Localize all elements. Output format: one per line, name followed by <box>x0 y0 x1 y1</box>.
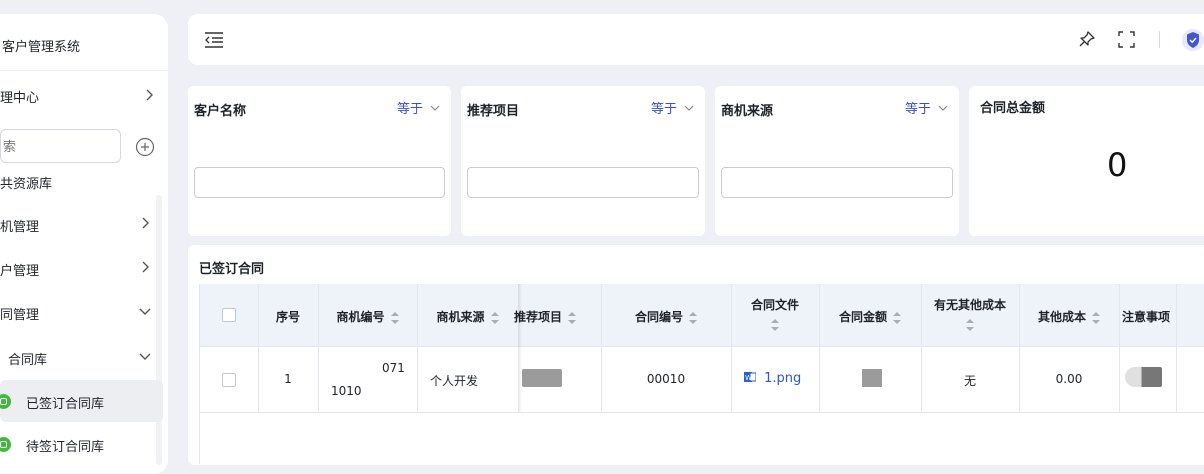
filter-title: 商机来源 <box>721 104 774 119</box>
sidebar-item-label: 合同库 <box>8 353 48 368</box>
sort-icon[interactable] <box>893 311 901 324</box>
filter-input[interactable] <box>194 167 445 198</box>
sort-icon[interactable] <box>1092 311 1100 324</box>
cell-source: 个人开发 <box>430 374 479 388</box>
sidebar-item-label: 待签订合同库 <box>26 440 105 455</box>
cell-notes-redacted <box>1125 367 1162 387</box>
filter-card-source: 商机来源 等于 <box>715 86 959 236</box>
sidebar-item-label: 机管理 <box>0 220 40 235</box>
col-header-other-cost[interactable]: 其他成本 <box>1019 308 1119 325</box>
filter-operator-label: 等于 <box>905 102 932 117</box>
chevron-down-icon <box>430 105 440 111</box>
sidebar-item-label: 已签订合同库 <box>26 397 105 412</box>
filter-card-project: 推荐项目 等于 <box>461 86 705 236</box>
sidebar-item-pending[interactable]: 待签订合同库 <box>26 436 104 455</box>
sort-icon[interactable] <box>390 311 399 324</box>
summary-card-total: 合同总金额 0 <box>969 86 1204 236</box>
add-icon[interactable] <box>135 137 155 157</box>
cell-project-redacted <box>522 369 562 387</box>
cell-opp-no-line2: 1010 <box>331 384 362 398</box>
cell-index: 1 <box>284 372 292 386</box>
col-header-notes: 注意事项 <box>1122 310 1171 324</box>
filter-title: 客户名称 <box>194 104 247 119</box>
cell-amount-redacted <box>862 369 882 387</box>
col-header-opp-no[interactable]: 商机编号 <box>318 308 417 325</box>
chevron-right-icon <box>146 89 153 101</box>
filter-operator-select[interactable]: 等于 <box>397 98 441 117</box>
sort-icon[interactable] <box>568 311 577 324</box>
header-divider <box>1159 31 1160 48</box>
col-header-amount[interactable]: 合同金额 <box>819 308 921 325</box>
cell-other-cost: 0.00 <box>1055 372 1083 386</box>
search-input-wrap[interactable] <box>0 129 124 164</box>
app-title: 客户管理系统 <box>2 40 81 55</box>
sidebar-item-signed[interactable]: 已签订合同库 <box>26 393 104 412</box>
summary-value: 0 <box>1107 146 1128 184</box>
chevron-down-icon <box>938 105 948 111</box>
fullscreen-icon[interactable] <box>1118 31 1135 48</box>
chevron-right-icon <box>142 261 149 273</box>
indent-icon[interactable] <box>204 31 224 49</box>
filter-card-customer: 客户名称 等于 <box>188 86 451 236</box>
filter-input[interactable] <box>467 167 699 198</box>
chevron-down-icon <box>684 105 694 111</box>
sort-icon[interactable] <box>966 319 974 331</box>
sidebar-item-customer[interactable]: 户管理 <box>0 260 160 280</box>
col-header-file[interactable]: 合同文件 <box>731 296 819 331</box>
svg-text:W: W <box>745 374 752 382</box>
filter-operator-label: 等于 <box>651 102 678 117</box>
sidebar-item-contract-lib[interactable]: 合同库 <box>8 349 160 369</box>
cell-has-other-cost: 无 <box>963 374 976 388</box>
col-header-has-other-cost[interactable]: 有无其他成本 <box>921 296 1019 331</box>
cell-contract-no: 00010 <box>646 372 686 386</box>
sort-icon[interactable] <box>771 319 779 331</box>
search-input[interactable] <box>1 130 124 164</box>
sidebar-divider <box>0 70 168 71</box>
col-header-contract-no[interactable]: 合同编号 <box>601 308 731 325</box>
sidebar-item-label: 同管理 <box>0 308 40 323</box>
sidebar-item-contract[interactable]: 同管理 <box>0 304 160 324</box>
sort-icon[interactable] <box>689 311 697 324</box>
cell-opp-no-line1: 071 <box>382 361 405 375</box>
sidebar-item-center[interactable]: 理中心 <box>0 87 160 107</box>
col-header-source[interactable]: 商机来源 <box>417 308 518 325</box>
row-checkbox[interactable] <box>222 373 236 387</box>
summary-title: 合同总金额 <box>980 101 1046 116</box>
file-link[interactable]: 1.png <box>764 371 801 386</box>
word-file-icon: W <box>744 372 757 382</box>
chevron-down-icon <box>139 308 151 315</box>
filter-title: 推荐项目 <box>467 104 520 119</box>
table-title: 已签订合同 <box>199 262 265 277</box>
sort-icon[interactable] <box>490 311 499 324</box>
filter-operator-select[interactable]: 等于 <box>651 98 695 117</box>
shield-icon <box>1187 32 1199 48</box>
table-divider <box>199 412 1204 413</box>
sidebar-item-label: 理中心 <box>0 91 40 106</box>
sidebar-item-label: 户管理 <box>0 264 40 279</box>
filter-input[interactable] <box>721 167 953 198</box>
sidebar-item-label: 共资源库 <box>0 177 53 192</box>
filter-operator-label: 等于 <box>397 102 424 117</box>
chevron-down-icon <box>139 353 151 360</box>
cell-file[interactable]: W 1.png <box>744 371 801 386</box>
sidebar-item-opportunity[interactable]: 机管理 <box>0 216 160 236</box>
pin-icon[interactable] <box>1078 30 1096 48</box>
top-header <box>188 14 1204 65</box>
chevron-right-icon <box>142 217 149 229</box>
select-all-checkbox[interactable] <box>222 308 236 322</box>
col-header-project[interactable]: 推荐项目 <box>514 308 594 325</box>
filter-operator-select[interactable]: 等于 <box>905 98 949 117</box>
sidebar-item-public-pool[interactable]: 共资源库 <box>0 173 52 192</box>
col-header-index: 序号 <box>275 310 300 324</box>
